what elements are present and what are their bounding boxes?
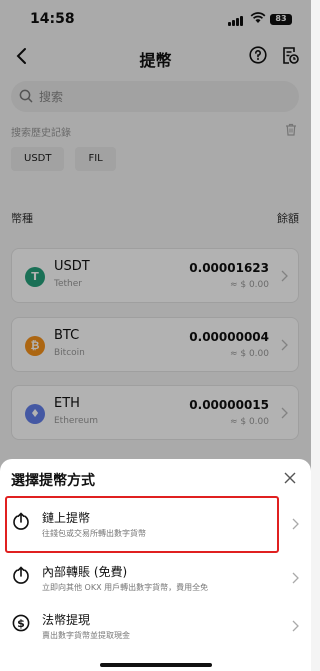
- close-icon[interactable]: [284, 472, 296, 484]
- highlight-box: [5, 496, 279, 553]
- withdraw-method-sheet: 選擇提幣方式 鏈上提幣 往錢包或交易所轉出數字貨幣 內部轉賬 (免費) 立即向其…: [0, 459, 311, 671]
- option-fiat-withdraw[interactable]: $ 法幣提現 賣出數字貨幣並提取現金: [5, 601, 305, 656]
- power-upload-icon: [13, 566, 29, 584]
- option-name: 內部轉賬 (免費): [42, 565, 128, 579]
- chevron-right-icon: [292, 518, 299, 530]
- option-name: 法幣提現: [42, 613, 91, 627]
- option-internal-transfer[interactable]: 內部轉賬 (免費) 立即向其他 OKX 用戶轉出數字貨幣，費用全免: [5, 553, 305, 608]
- option-description: 賣出數字貨幣並提取現金: [42, 631, 130, 640]
- home-indicator: [100, 663, 212, 667]
- option-description: 立即向其他 OKX 用戶轉出數字貨幣，費用全免: [42, 583, 209, 592]
- chevron-right-icon: [292, 620, 299, 632]
- dollar-circle-icon: $: [12, 614, 30, 632]
- chevron-right-icon: [292, 572, 299, 584]
- sheet-title: 選擇提幣方式: [11, 473, 95, 489]
- svg-text:$: $: [17, 617, 25, 630]
